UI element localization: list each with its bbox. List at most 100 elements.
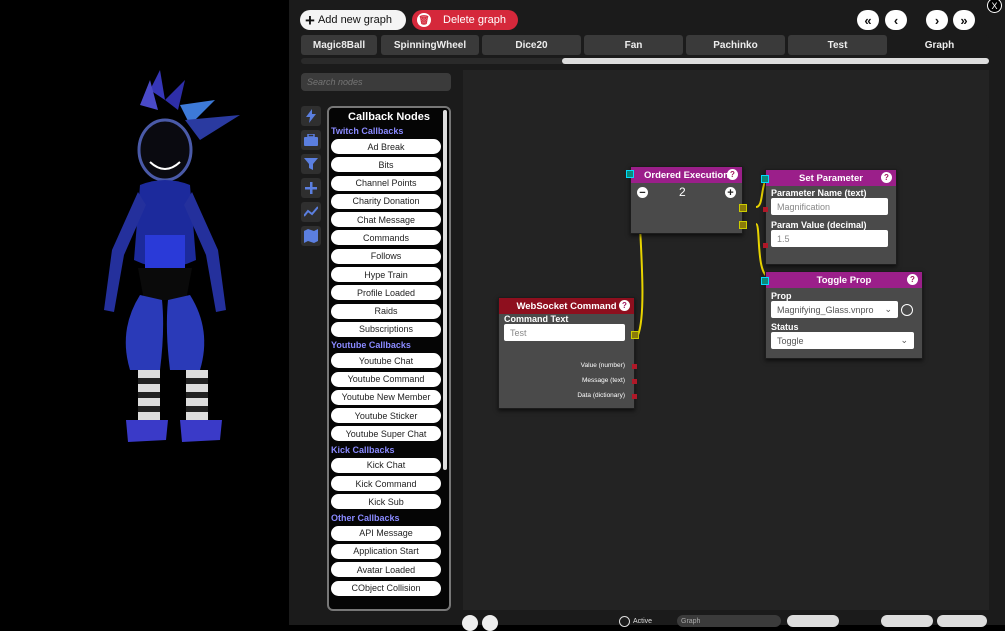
exec-in-port[interactable]: [761, 175, 769, 183]
active-toggle[interactable]: Active: [619, 616, 652, 627]
node-item-youtube-new-member[interactable]: Youtube New Member: [331, 389, 441, 405]
node-item-youtube-super-chat[interactable]: Youtube Super Chat: [331, 426, 441, 442]
tab-test[interactable]: Test: [788, 35, 887, 55]
chart-icon[interactable]: [301, 202, 321, 222]
node-item-raids[interactable]: Raids: [331, 303, 441, 319]
exec-out-port-1[interactable]: [739, 204, 747, 212]
close-button[interactable]: X: [987, 0, 1002, 13]
name-data-port[interactable]: [763, 207, 768, 212]
node-item-youtube-command[interactable]: Youtube Command: [331, 371, 441, 387]
node-item-commands[interactable]: Commands: [331, 230, 441, 246]
plus-icon[interactable]: [301, 178, 321, 198]
palette-scrollbar[interactable]: [443, 110, 447, 470]
avatar-viewport: [0, 0, 288, 625]
node-toggle-prop[interactable]: Toggle Prop ? Prop Magnifying_Glass.vnpr…: [761, 271, 923, 359]
node-item-kick-sub[interactable]: Kick Sub: [331, 494, 441, 510]
node-item-channel-points[interactable]: Channel Points: [331, 175, 441, 191]
help-icon[interactable]: ?: [881, 172, 892, 183]
param-value-label: Param Value (decimal): [771, 220, 867, 230]
param-value-input[interactable]: 1.5: [771, 230, 888, 247]
prop-select[interactable]: Magnifying_Glass.vnpro ⌄: [771, 301, 898, 318]
last-page-button[interactable]: »: [953, 10, 975, 30]
node-item-application-start[interactable]: Application Start: [331, 543, 441, 559]
node-item-kick-chat[interactable]: Kick Chat: [331, 457, 441, 473]
prev-page-button[interactable]: ‹: [885, 10, 907, 30]
tab-dice20[interactable]: Dice20: [482, 35, 581, 55]
node-header[interactable]: Set Parameter ?: [766, 170, 896, 186]
node-header[interactable]: Toggle Prop ?: [766, 272, 922, 288]
tab-magic8ball[interactable]: Magic8Ball: [301, 35, 377, 55]
prop-select-value: Magnifying_Glass.vnpro: [777, 304, 874, 315]
node-item-cobject-collision[interactable]: CObject Collision: [331, 580, 441, 596]
help-icon[interactable]: ?: [727, 169, 738, 180]
node-header[interactable]: WebSocket Command ?: [499, 298, 634, 314]
status-label: Status: [771, 322, 799, 332]
node-item-subscriptions[interactable]: Subscriptions: [331, 321, 441, 337]
tab-pachinko[interactable]: Pachinko: [686, 35, 785, 55]
search-icon[interactable]: [901, 303, 913, 316]
node-item-follows[interactable]: Follows: [331, 248, 441, 264]
help-icon[interactable]: ?: [619, 300, 630, 311]
filter-icon[interactable]: [301, 154, 321, 174]
toolbox-icon[interactable]: [301, 130, 321, 150]
graph-canvas[interactable]: WebSocket Command ? Command Text Test Va…: [463, 70, 989, 610]
delete-graph-button[interactable]: 🗑 Delete graph: [412, 10, 518, 30]
node-header[interactable]: Ordered Execution ?: [631, 167, 742, 183]
node-item-api-message[interactable]: API Message: [331, 525, 441, 541]
node-set-parameter[interactable]: Set Parameter ? Parameter Name (text) Ma…: [761, 169, 897, 265]
node-item-kick-command[interactable]: Kick Command: [331, 476, 441, 492]
plus-icon[interactable]: +: [725, 187, 736, 199]
group-kick-callbacks: Kick Callbacks: [331, 444, 395, 455]
plus-icon: +: [305, 10, 315, 30]
node-item-profile-loaded[interactable]: Profile Loaded: [331, 285, 441, 301]
tab-scrollbar-thumb[interactable]: [562, 58, 989, 64]
bottom-button-2[interactable]: [881, 615, 933, 627]
tab-spinningwheel[interactable]: SpinningWheel: [381, 35, 479, 55]
tab-fan[interactable]: Fan: [584, 35, 683, 55]
exec-out-port-2[interactable]: [739, 221, 747, 229]
parameter-name-label: Parameter Name (text): [771, 188, 867, 198]
zoom-in-button[interactable]: [482, 615, 498, 631]
search-nodes-input[interactable]: [301, 73, 451, 91]
group-youtube-callbacks: Youtube Callbacks: [331, 340, 411, 351]
delete-graph-label: Delete graph: [443, 14, 506, 26]
exec-in-port[interactable]: [761, 277, 769, 285]
add-graph-button[interactable]: + Add new graph: [300, 10, 406, 30]
node-item-avatar-loaded[interactable]: Avatar Loaded: [331, 562, 441, 578]
tab-graph[interactable]: Graph: [890, 35, 989, 55]
node-item-bits[interactable]: Bits: [331, 157, 441, 173]
minus-icon[interactable]: −: [637, 187, 648, 199]
zoom-out-button[interactable]: [462, 615, 478, 631]
node-item-chat-message[interactable]: Chat Message: [331, 212, 441, 228]
output-data-label: Data (dictionary): [577, 392, 625, 399]
exec-out-port[interactable]: [631, 331, 639, 339]
output-data-port[interactable]: [632, 394, 637, 399]
graph-editor-window: + Add new graph 🗑 Delete graph « ‹ › » X…: [289, 0, 1005, 631]
output-message-port[interactable]: [632, 379, 637, 384]
node-item-ad-break[interactable]: Ad Break: [331, 139, 441, 154]
command-text-input[interactable]: Test: [504, 324, 625, 341]
chevron-down-icon: ⌄: [884, 304, 892, 314]
node-item-charity-donation[interactable]: Charity Donation: [331, 193, 441, 209]
add-graph-label: Add new graph: [317, 14, 392, 26]
exec-in-port[interactable]: [626, 170, 634, 178]
status-select[interactable]: Toggle ⌄: [771, 332, 914, 349]
node-ordered-execution[interactable]: Ordered Execution ? − 2 +: [626, 166, 747, 234]
bottom-button-1[interactable]: [787, 615, 839, 627]
node-websocket-command[interactable]: WebSocket Command ? Command Text Test Va…: [498, 297, 639, 409]
node-item-youtube-sticker[interactable]: Youtube Sticker: [331, 408, 441, 424]
output-value-port[interactable]: [632, 364, 637, 369]
tab-scrollbar[interactable]: [301, 58, 989, 64]
value-data-port[interactable]: [763, 243, 768, 248]
next-page-button[interactable]: ›: [926, 10, 948, 30]
bottom-button-3[interactable]: [937, 615, 987, 627]
lightning-icon[interactable]: [301, 106, 321, 126]
node-item-youtube-chat[interactable]: Youtube Chat: [331, 353, 441, 369]
node-item-hype-train[interactable]: Hype Train: [331, 267, 441, 283]
help-icon[interactable]: ?: [907, 274, 918, 285]
graph-name-input[interactable]: Graph: [677, 615, 781, 627]
trash-icon: 🗑: [417, 13, 431, 27]
first-page-button[interactable]: «: [857, 10, 879, 30]
map-icon[interactable]: [301, 226, 321, 246]
parameter-name-input[interactable]: Magnification: [771, 198, 888, 215]
